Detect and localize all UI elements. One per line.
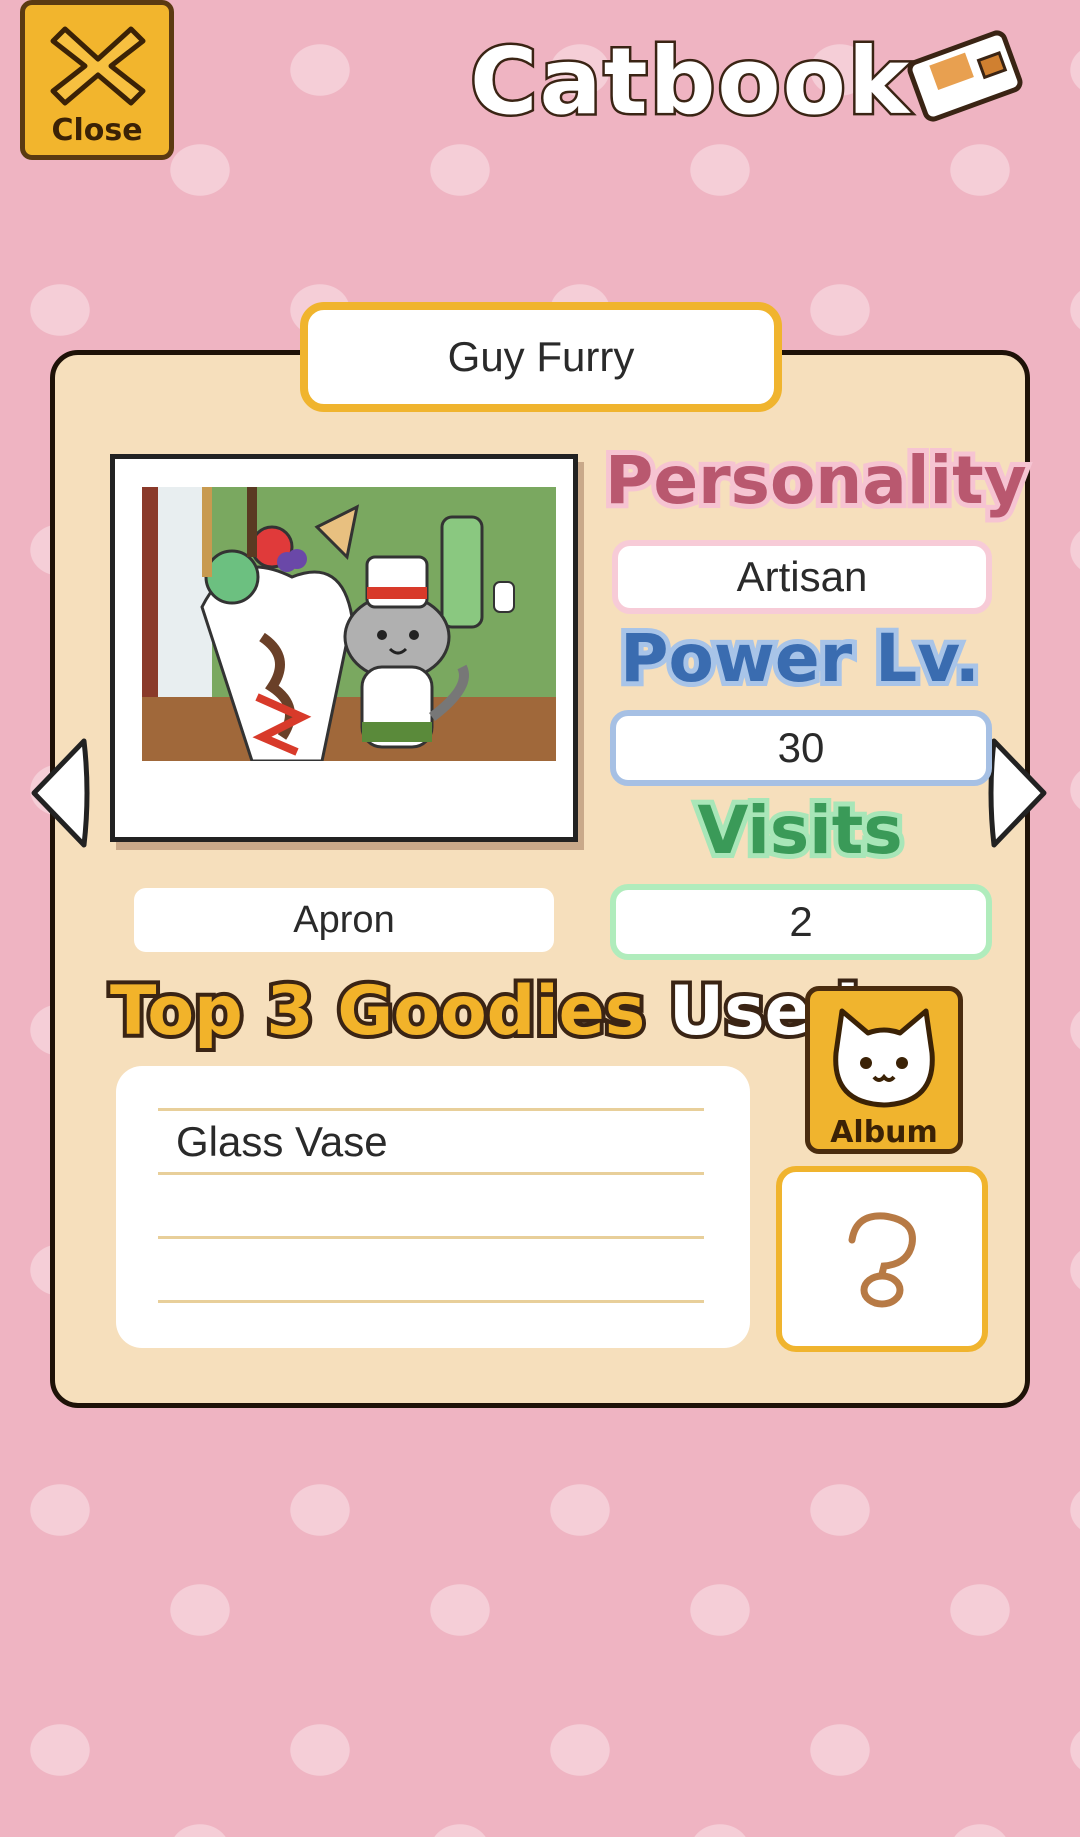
close-x-icon	[50, 26, 146, 106]
goodies-list: Glass Vase	[116, 1066, 750, 1348]
power-level-value: 30	[610, 710, 992, 786]
visits-value: 2	[610, 884, 992, 960]
goodies-line	[158, 1108, 704, 1111]
help-button[interactable]	[776, 1166, 988, 1352]
question-mark-icon	[848, 1212, 916, 1308]
cat-photo[interactable]	[110, 454, 578, 842]
right-arrow-icon[interactable]	[986, 735, 1052, 851]
goodies-line	[158, 1300, 704, 1303]
personality-label: Personality	[600, 437, 1032, 524]
visits-label: Visits	[692, 787, 907, 874]
personality-value: Artisan	[612, 540, 992, 614]
close-button[interactable]: Close	[20, 0, 174, 160]
goodies-line	[158, 1236, 704, 1239]
goodie-item-1: Glass Vase	[176, 1118, 388, 1165]
close-label: Close	[51, 113, 143, 148]
page-title: Catbook	[467, 26, 912, 138]
cat-item: Apron	[134, 888, 554, 952]
cat-photo-image	[142, 487, 556, 761]
cat-face-icon	[833, 1008, 935, 1108]
left-arrow-icon[interactable]	[26, 735, 92, 851]
cat-name: Guy Furry	[300, 302, 782, 412]
goodies-title-highlight: Top 3 Goodies	[106, 968, 649, 1055]
goodies-line	[158, 1172, 704, 1175]
goodies-title: Top 3 Goodies Used	[106, 968, 863, 1055]
power-level-label: Power Lv.	[615, 615, 985, 702]
album-label: Album	[830, 1115, 938, 1150]
notebook-icon	[907, 30, 1023, 122]
album-button[interactable]: Album	[805, 986, 963, 1154]
